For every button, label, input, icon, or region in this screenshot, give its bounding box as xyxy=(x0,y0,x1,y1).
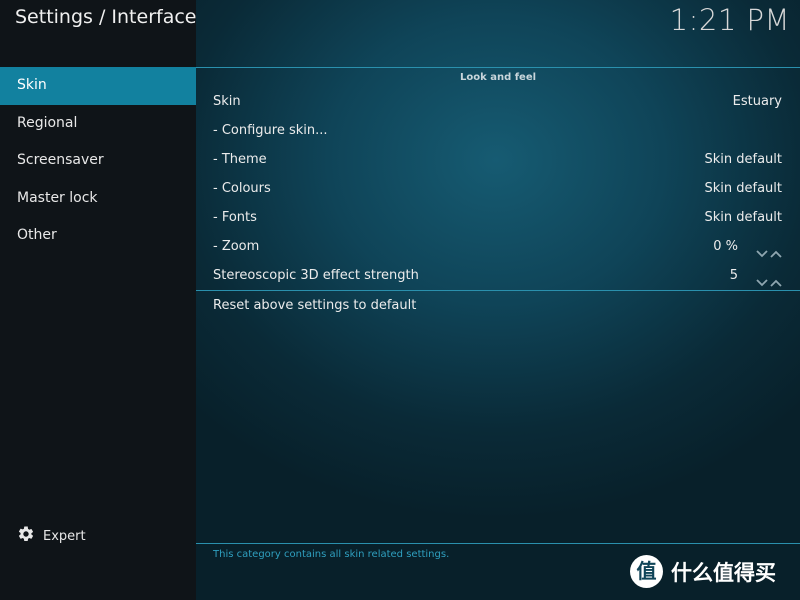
setting-row-colours[interactable]: - Colours Skin default xyxy=(196,174,800,203)
setting-label: - Theme xyxy=(213,152,267,167)
setting-label: Skin xyxy=(213,94,241,109)
setting-value: 0 % xyxy=(713,239,738,254)
setting-label: - Fonts xyxy=(213,210,257,225)
setting-label: - Zoom xyxy=(213,239,260,254)
setting-row-fonts[interactable]: - Fonts Skin default xyxy=(196,203,800,232)
sidebar: Settings / Interface Skin Regional Scree… xyxy=(0,0,196,600)
category-description: This category contains all skin related … xyxy=(213,549,450,560)
sidebar-nav: Skin Regional Screensaver Master lock Ot… xyxy=(0,67,196,255)
setting-row-zoom[interactable]: - Zoom 0 % xyxy=(196,232,800,261)
setting-row-skin[interactable]: Skin Estuary xyxy=(196,87,800,116)
chevron-down-icon[interactable] xyxy=(756,241,768,258)
setting-value: Skin default xyxy=(704,181,782,196)
sidebar-item-screensaver[interactable]: Screensaver xyxy=(0,142,196,180)
section-header: Look and feel xyxy=(459,72,537,83)
setting-value: 5 xyxy=(729,268,738,283)
stereoscopic-spinner xyxy=(756,270,782,287)
watermark-logo: 值 xyxy=(630,555,663,588)
sidebar-item-other[interactable]: Other xyxy=(0,217,196,255)
watermark: 值 什么值得买 xyxy=(630,555,776,588)
gear-icon xyxy=(17,525,35,547)
page-title: Settings / Interface xyxy=(15,6,197,28)
footer-divider xyxy=(196,543,800,544)
setting-label: - Colours xyxy=(213,181,271,196)
chevron-down-icon[interactable] xyxy=(756,270,768,287)
sidebar-item-regional[interactable]: Regional xyxy=(0,105,196,143)
clock: 1:21 PM xyxy=(669,3,790,37)
zoom-spinner xyxy=(756,241,782,258)
sidebar-item-master-lock[interactable]: Master lock xyxy=(0,180,196,218)
chevron-up-icon[interactable] xyxy=(770,270,782,287)
sidebar-item-skin[interactable]: Skin xyxy=(0,67,196,105)
setting-row-theme[interactable]: - Theme Skin default xyxy=(196,145,800,174)
setting-label: Stereoscopic 3D effect strength xyxy=(213,268,419,283)
expert-label: Expert xyxy=(43,528,86,544)
setting-value: Estuary xyxy=(732,94,782,109)
reset-settings-button[interactable]: Reset above settings to default xyxy=(196,291,800,321)
expert-button[interactable]: Expert xyxy=(17,525,86,547)
setting-row-configure-skin[interactable]: - Configure skin... xyxy=(196,116,800,145)
setting-row-stereoscopic-strength[interactable]: Stereoscopic 3D effect strength 5 xyxy=(196,261,800,290)
setting-label: - Configure skin... xyxy=(213,123,328,138)
setting-value: Skin default xyxy=(704,210,782,225)
watermark-text: 什么值得买 xyxy=(671,560,776,585)
settings-panel: Look and feel Skin Estuary - Configure s… xyxy=(196,67,800,321)
setting-value: Skin default xyxy=(704,152,782,167)
chevron-up-icon[interactable] xyxy=(770,241,782,258)
